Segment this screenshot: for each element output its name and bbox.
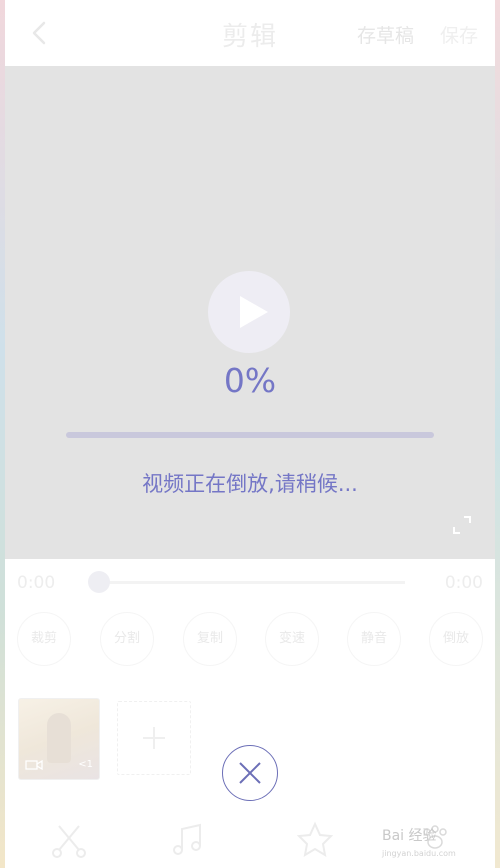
top-bar: 剪辑 存草稿 保存 bbox=[5, 0, 495, 66]
save-button[interactable]: 保存 bbox=[440, 21, 478, 48]
status-message: 视频正在倒放,请稍候... bbox=[142, 472, 358, 496]
progress-percent: 0% bbox=[223, 361, 277, 400]
tool-speed-button[interactable]: 变速 bbox=[265, 612, 319, 666]
timeline-track[interactable] bbox=[95, 581, 405, 584]
video-camera-icon bbox=[25, 759, 43, 771]
watermark-logo: Bai 经验 bbox=[382, 828, 437, 844]
music-icon[interactable] bbox=[168, 820, 208, 860]
fullscreen-button[interactable] bbox=[451, 514, 473, 536]
plus-icon bbox=[143, 727, 165, 749]
progress-bar bbox=[66, 432, 434, 438]
timeline-scrubber[interactable] bbox=[88, 571, 110, 593]
star-icon[interactable] bbox=[295, 820, 335, 860]
tool-reverse-button[interactable]: 倒放 bbox=[429, 612, 483, 666]
cancel-button[interactable] bbox=[222, 745, 278, 801]
close-icon bbox=[239, 762, 261, 784]
video-preview[interactable]: 0% 视频正在倒放,请稍候... bbox=[5, 66, 495, 559]
page-title: 剪辑 bbox=[221, 22, 278, 52]
play-icon bbox=[240, 296, 268, 328]
timeline: 0:00 0:00 bbox=[5, 559, 495, 605]
edit-toolbar: 裁剪 分割 复制 变速 静音 倒放 bbox=[5, 612, 495, 668]
watermark-url: jingyan.baidu.com bbox=[382, 849, 456, 858]
current-time: 0:00 bbox=[17, 573, 56, 593]
clip-preview-image bbox=[47, 713, 71, 763]
clip-thumbnail[interactable]: <1 bbox=[18, 698, 100, 780]
clip-duration: <1 bbox=[78, 759, 93, 770]
right-edge bbox=[495, 0, 500, 868]
scissors-icon[interactable] bbox=[49, 820, 89, 860]
tool-crop-button[interactable]: 裁剪 bbox=[17, 612, 71, 666]
tool-split-button[interactable]: 分割 bbox=[100, 612, 154, 666]
play-button[interactable] bbox=[208, 271, 290, 353]
save-draft-button[interactable]: 存草稿 bbox=[357, 21, 414, 48]
tool-copy-button[interactable]: 复制 bbox=[183, 612, 237, 666]
fullscreen-icon bbox=[453, 516, 471, 534]
add-clip-button[interactable] bbox=[117, 701, 191, 775]
tool-mute-button[interactable]: 静音 bbox=[347, 612, 401, 666]
total-time: 0:00 bbox=[444, 573, 483, 593]
